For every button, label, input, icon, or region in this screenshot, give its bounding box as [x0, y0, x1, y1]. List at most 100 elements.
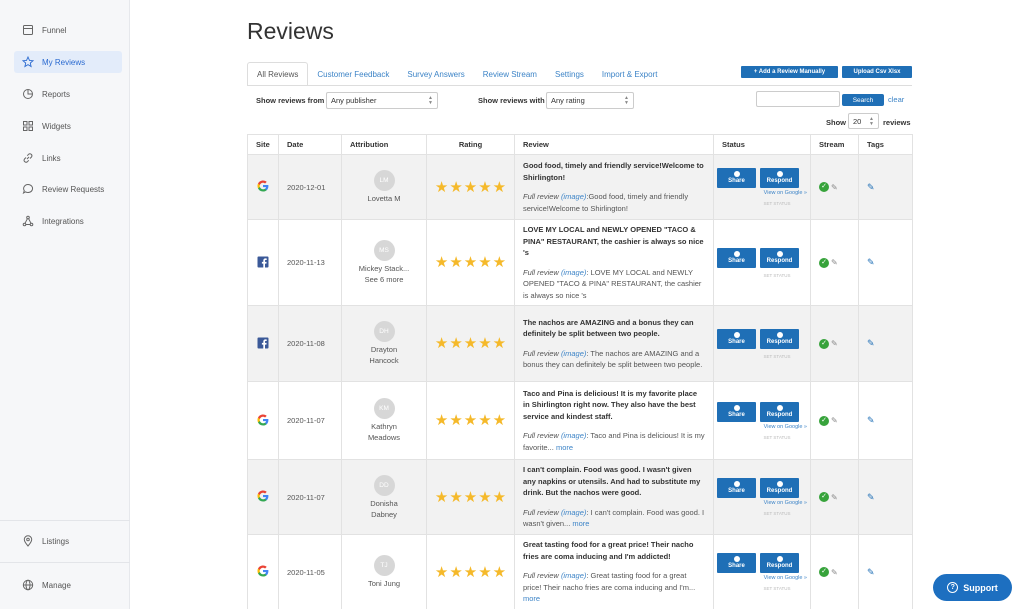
image-link[interactable]: (image): [561, 571, 586, 580]
share-button[interactable]: Share: [717, 168, 756, 188]
review-full: Full review (image): The nachos are AMAZ…: [523, 348, 705, 371]
status-cell: Share Respond View on Google » SET STATUS: [713, 534, 811, 609]
google-icon: [257, 490, 269, 504]
share-button[interactable]: Share: [717, 401, 756, 422]
respond-button[interactable]: Respond: [760, 328, 799, 349]
edit-tags-icon[interactable]: ✎: [867, 415, 875, 425]
publisher-select[interactable]: Any publisher ▲ ▼: [326, 92, 438, 109]
check-icon[interactable]: ✓: [819, 492, 829, 502]
reviews-label: reviews: [883, 118, 911, 127]
share-button[interactable]: Share: [717, 478, 756, 498]
rating-select[interactable]: Any rating ▲ ▼: [546, 92, 634, 109]
table-row: 2020-11-05 TJ Toni Jung ★ ★ ★ ★ ★ Great tasting …: [247, 534, 913, 609]
sidebar-item-widgets[interactable]: Widgets: [14, 115, 122, 137]
share-button[interactable]: Share: [717, 328, 756, 349]
sidebar-item-listings[interactable]: Listings: [14, 530, 122, 552]
tab-review-stream[interactable]: Review Stream: [474, 62, 546, 86]
attribution-cell: LM Lovetta M: [341, 154, 427, 220]
stream-cell: ✓ ✎: [810, 459, 859, 535]
tags-cell: ✎: [858, 381, 913, 460]
page-size-value: 20: [853, 116, 862, 126]
edit-icon[interactable]: ✎: [831, 258, 838, 267]
respond-label: Respond: [766, 488, 793, 494]
image-link[interactable]: (image): [561, 508, 586, 517]
star-icon: ★: [478, 488, 492, 506]
star-icon: ★: [478, 412, 492, 429]
respond-button[interactable]: Respond: [760, 553, 799, 573]
star-icon: ★: [478, 563, 492, 581]
search-input[interactable]: [756, 91, 840, 107]
tab-survey-answers[interactable]: Survey Answers: [398, 62, 473, 86]
check-icon[interactable]: ✓: [819, 338, 829, 349]
more-link[interactable]: more: [572, 519, 589, 528]
respond-icon: [776, 481, 783, 487]
edit-tags-icon[interactable]: ✎: [867, 492, 875, 502]
set-status-link[interactable]: SET STATUS: [717, 511, 807, 516]
upload-csv-button[interactable]: Upload Csv Xlsx: [842, 66, 912, 78]
edit-tags-icon[interactable]: ✎: [867, 567, 875, 577]
rating-cell: ★ ★ ★ ★ ★: [426, 381, 515, 460]
tab-import-export[interactable]: Import & Export: [593, 62, 667, 86]
sidebar-item-my-reviews[interactable]: My Reviews: [14, 51, 122, 73]
edit-icon[interactable]: ✎: [831, 339, 838, 348]
sidebar-item-manage[interactable]: Manage: [14, 574, 122, 596]
more-link[interactable]: more: [556, 443, 573, 452]
edit-icon[interactable]: ✎: [831, 183, 838, 192]
image-link[interactable]: (image): [561, 192, 586, 201]
set-status-link[interactable]: SET STATUS: [717, 586, 807, 591]
add-review-manually-button[interactable]: + Add a Review Manually: [741, 66, 838, 78]
clear-link[interactable]: clear: [888, 95, 904, 104]
review-cell: Good food, timely and friendly service!W…: [514, 154, 714, 220]
check-icon[interactable]: ✓: [819, 415, 829, 426]
page-size-select[interactable]: 20 ▲ ▼: [848, 113, 879, 129]
check-icon[interactable]: ✓: [819, 567, 829, 577]
edit-icon[interactable]: ✎: [831, 568, 838, 577]
set-status-link[interactable]: SET STATUS: [717, 435, 807, 440]
publisher-filter-label: Show reviews from: [256, 96, 325, 105]
more-link[interactable]: more: [523, 594, 540, 603]
image-link[interactable]: (image): [561, 268, 586, 277]
search-button[interactable]: Search: [842, 94, 884, 106]
tab-customer-feedback[interactable]: Customer Feedback: [308, 62, 398, 86]
edit-tags-icon[interactable]: ✎: [867, 338, 875, 348]
table-row: 2020-12-01 LM Lovetta M ★ ★ ★ ★ ★ Good food, tim…: [247, 154, 913, 220]
sidebar-item-review-requests[interactable]: Review Requests: [14, 178, 122, 200]
share-button[interactable]: Share: [717, 553, 756, 573]
sidebar-item-links[interactable]: Links: [14, 147, 122, 169]
edit-tags-icon[interactable]: ✎: [867, 257, 875, 267]
tab-all-reviews[interactable]: All Reviews: [247, 62, 309, 86]
view-on-google-link[interactable]: View on Google »: [717, 575, 807, 581]
sidebar-item-funnel[interactable]: Funnel: [14, 19, 122, 41]
set-status-link[interactable]: SET STATUS: [717, 201, 807, 206]
check-icon[interactable]: ✓: [819, 182, 829, 192]
set-status-link[interactable]: SET STATUS: [717, 273, 807, 278]
respond-button[interactable]: Respond: [760, 401, 799, 422]
edit-icon[interactable]: ✎: [831, 493, 838, 502]
edit-tags-icon[interactable]: ✎: [867, 182, 875, 192]
edit-icon[interactable]: ✎: [831, 416, 838, 425]
set-status-link[interactable]: SET STATUS: [717, 354, 807, 359]
view-on-google-link[interactable]: View on Google »: [717, 424, 807, 430]
tab-settings[interactable]: Settings: [546, 62, 593, 86]
sidebar-item-reports[interactable]: Reports: [14, 83, 122, 105]
view-on-google-link[interactable]: View on Google »: [717, 190, 807, 196]
link-icon: [22, 152, 34, 164]
location-pin-icon: [22, 535, 34, 547]
star-icon: ★: [478, 335, 492, 352]
avatar: DD: [373, 474, 395, 496]
sidebar-item-integrations[interactable]: Integrations: [14, 210, 122, 232]
star-icon: ★: [492, 254, 507, 271]
image-link[interactable]: (image): [561, 349, 586, 358]
respond-button[interactable]: Respond: [760, 247, 799, 268]
star-icon: ★: [434, 563, 449, 581]
review-full: Full review (image): LOVE MY LOCAL and N…: [523, 267, 705, 302]
star-icon: ★: [463, 178, 478, 196]
share-button[interactable]: Share: [717, 247, 756, 268]
respond-button[interactable]: Respond: [760, 478, 799, 498]
view-on-google-link[interactable]: View on Google »: [717, 500, 807, 506]
image-link[interactable]: (image): [561, 431, 586, 440]
support-button[interactable]: ? Support: [933, 574, 1012, 601]
check-icon[interactable]: ✓: [819, 257, 829, 268]
respond-button[interactable]: Respond: [760, 168, 799, 188]
star-icon: ★: [434, 488, 449, 506]
